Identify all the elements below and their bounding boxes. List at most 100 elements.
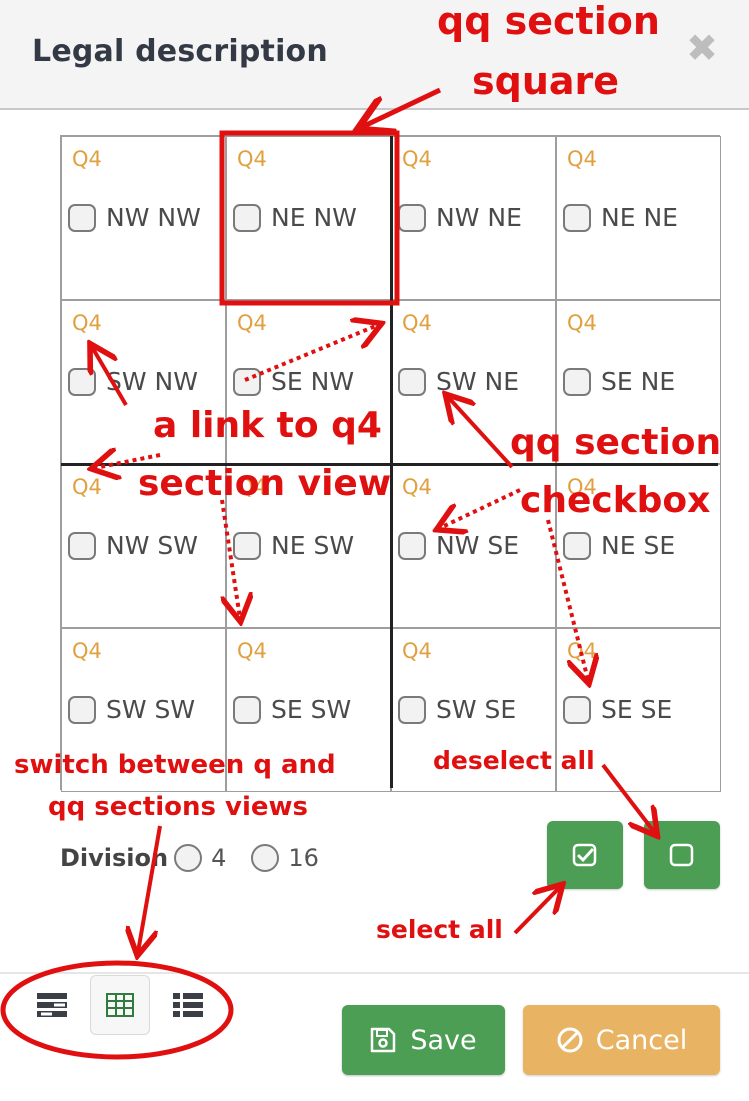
q4-section-link[interactable]: Q4 xyxy=(567,639,597,663)
division-radio-4[interactable] xyxy=(174,844,203,872)
qq-section-label: SE SW xyxy=(271,695,352,724)
qq-section-label: NE SW xyxy=(271,531,355,560)
q4-section-link[interactable]: Q4 xyxy=(237,147,267,171)
qq-section-checkbox-row: NW SE xyxy=(398,531,519,560)
qq-section-label: SE SE xyxy=(601,695,673,724)
checkbox-empty-icon xyxy=(669,843,694,867)
q4-section-link[interactable]: Q4 xyxy=(237,311,267,335)
list-icon xyxy=(173,993,203,1017)
view-button-detail[interactable] xyxy=(22,975,82,1035)
qq-section-checkbox[interactable] xyxy=(398,531,426,560)
qq-section-checkbox[interactable] xyxy=(233,367,261,396)
qq-section-checkbox[interactable] xyxy=(398,203,426,232)
checkbox-checked-icon xyxy=(572,843,597,867)
q4-section-link[interactable]: Q4 xyxy=(402,639,432,663)
qq-section-label: NE NE xyxy=(601,203,678,232)
q4-section-link[interactable]: Q4 xyxy=(567,311,597,335)
qq-section-label: SW SW xyxy=(106,695,196,724)
q4-section-link[interactable]: Q4 xyxy=(72,311,102,335)
q4-section-link[interactable]: Q4 xyxy=(402,147,432,171)
qq-section-checkbox-row: NE NE xyxy=(563,203,678,232)
qq-section-checkbox-row: SW SE xyxy=(398,695,516,724)
annotation-q4-link-line1: a link to q4 xyxy=(153,405,382,446)
q4-section-link[interactable]: Q4 xyxy=(567,147,597,171)
annotation-switch-line2: qq sections views xyxy=(48,792,309,822)
qq-section-checkbox[interactable] xyxy=(68,203,96,232)
annotation-arrow xyxy=(513,887,560,935)
q4-section-link[interactable]: Q4 xyxy=(72,639,102,663)
qq-section-checkbox-row: NW SW xyxy=(68,531,198,560)
q4-section-link[interactable]: Q4 xyxy=(72,475,102,499)
annotation-switch-line1: switch between q and xyxy=(14,750,336,780)
qq-section-label: NW NE xyxy=(436,203,522,232)
qq-section-checkbox-row: SW SW xyxy=(68,695,195,724)
view-button-grid[interactable] xyxy=(90,975,150,1035)
qq-section-checkbox-row: NE SE xyxy=(563,531,675,560)
list-detail-icon xyxy=(37,993,67,1017)
cancel-label: Cancel xyxy=(595,1024,688,1056)
annotation-select-all: select all xyxy=(376,915,503,944)
qq-section-checkbox[interactable] xyxy=(68,695,96,724)
qq-section-checkbox-row: SW NE xyxy=(398,367,519,396)
q4-section-link[interactable]: Q4 xyxy=(402,475,432,499)
annotation-qq-checkbox-line2: checkbox xyxy=(520,480,711,521)
qq-section-checkbox-row: SE SW xyxy=(233,695,351,724)
qq-section-cell: Q4 NW NW xyxy=(61,136,226,300)
close-icon[interactable]: ✖ xyxy=(684,28,720,68)
qq-section-checkbox-row: SW NW xyxy=(68,367,198,396)
annotation-qq-square-line1: qq section xyxy=(437,0,660,43)
qq-section-checkbox[interactable] xyxy=(68,531,96,560)
qq-section-checkbox[interactable] xyxy=(563,367,591,396)
qq-section-label: NE SE xyxy=(601,531,676,560)
qq-section-label: SE NE xyxy=(601,367,676,396)
annotation-qq-checkbox-line1: qq section xyxy=(510,422,722,463)
qq-section-checkbox[interactable] xyxy=(563,203,591,232)
division-option-4: 4 xyxy=(211,844,227,872)
annotation-qq-square-line2: square xyxy=(472,59,620,103)
annotation-deselect-all: deselect all xyxy=(433,746,595,775)
division-label: Division xyxy=(60,844,169,872)
qq-section-label: NW SW xyxy=(106,531,198,560)
qq-section-cell: Q4 NE NE xyxy=(556,136,721,300)
qq-section-checkbox-row: SE NW xyxy=(233,367,354,396)
save-button[interactable]: Save xyxy=(342,1005,505,1075)
qq-section-checkbox-row: NE NW xyxy=(233,203,357,232)
q4-section-link[interactable]: Q4 xyxy=(402,311,432,335)
grid-icon xyxy=(106,993,134,1017)
qq-section-checkbox[interactable] xyxy=(233,203,261,232)
cancel-button[interactable]: Cancel xyxy=(523,1005,720,1075)
q4-section-link[interactable]: Q4 xyxy=(72,147,102,171)
qq-section-checkbox-row: SE NE xyxy=(563,367,675,396)
deselect-all-button[interactable] xyxy=(644,821,720,889)
qq-section-checkbox[interactable] xyxy=(68,367,96,396)
division-selector: Division 4 16 xyxy=(60,838,319,878)
qq-section-checkbox[interactable] xyxy=(398,367,426,396)
select-all-button[interactable] xyxy=(547,821,623,889)
qq-section-checkbox[interactable] xyxy=(398,695,426,724)
division-option-16: 16 xyxy=(288,844,319,872)
qq-section-label: SW NW xyxy=(106,367,198,396)
division-radio-16[interactable] xyxy=(251,844,280,872)
ban-icon xyxy=(557,1027,583,1053)
qq-section-checkbox-row: NE SW xyxy=(233,531,354,560)
qq-section-checkbox-row: NW NW xyxy=(68,203,201,232)
qq-section-checkbox[interactable] xyxy=(233,695,261,724)
dialog-title: Legal description xyxy=(32,34,328,69)
qq-section-label: NW NW xyxy=(106,203,201,232)
view-button-list[interactable] xyxy=(158,975,218,1035)
qq-section-checkbox[interactable] xyxy=(233,531,261,560)
qq-section-checkbox-row: SE SE xyxy=(563,695,672,724)
footer-divider xyxy=(0,972,749,974)
qq-section-checkbox[interactable] xyxy=(563,531,591,560)
qq-section-checkbox[interactable] xyxy=(563,695,591,724)
quarter-divider-vertical xyxy=(390,136,393,788)
qq-section-label: NW SE xyxy=(436,531,520,560)
qq-section-cell: Q4 NW NE xyxy=(391,136,556,300)
qq-section-cell: Q4 NE NW xyxy=(226,136,391,300)
qq-section-label: SW NE xyxy=(436,367,520,396)
qq-section-label: SW SE xyxy=(436,695,517,724)
annotation-q4-link-line2: section view xyxy=(138,463,392,504)
save-label: Save xyxy=(410,1024,477,1056)
qq-section-checkbox-row: NW NE xyxy=(398,203,522,232)
q4-section-link[interactable]: Q4 xyxy=(237,639,267,663)
